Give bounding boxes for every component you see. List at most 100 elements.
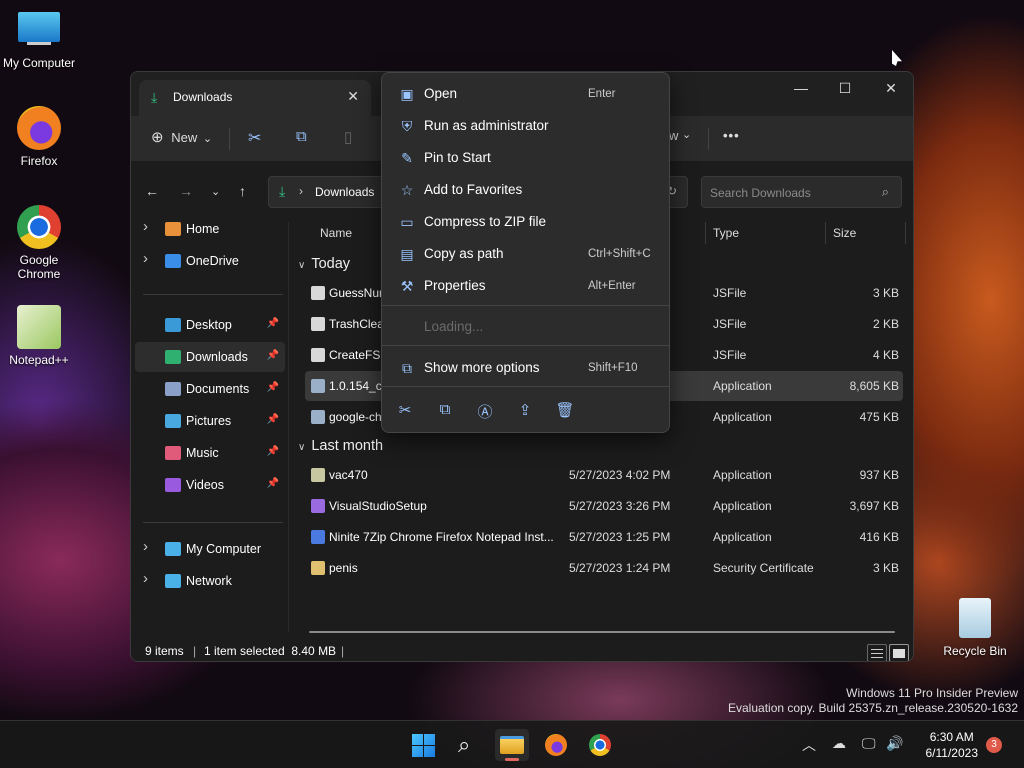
file-type: Application — [713, 410, 772, 424]
sidebar-divider — [143, 522, 283, 523]
tiles-view-icon[interactable] — [889, 644, 909, 661]
paste-icon[interactable]: ▯ — [344, 128, 352, 146]
folder-icon — [500, 736, 524, 754]
chevron-right-icon[interactable]: › — [143, 250, 148, 267]
up-arrow-icon[interactable]: ↑ — [239, 183, 246, 199]
sidebar-item-onedrive[interactable]: › OneDrive — [135, 246, 285, 276]
sidebar-item-network[interactable]: › Network — [135, 566, 285, 596]
notification-badge[interactable]: 3 — [986, 737, 1002, 753]
search-input[interactable]: Search Downloads ⌕ — [701, 176, 902, 208]
onedrive-offline-icon[interactable]: ☁ — [832, 735, 846, 752]
pin-icon: 📌 — [266, 318, 279, 329]
tab-downloads[interactable]: ⤓ Downloads ✕ — [139, 80, 371, 116]
show-hidden-icons-chevron-icon[interactable]: ︿ — [802, 735, 816, 755]
column-header-size[interactable]: Size — [833, 226, 856, 240]
desktop-icon-notepadpp[interactable]: Notepad++ — [1, 305, 77, 367]
column-header-type[interactable]: Type — [713, 226, 739, 240]
volume-icon[interactable]: 🔊 — [886, 735, 903, 752]
sidebar-item-pictures[interactable]: Pictures 📌 — [135, 406, 285, 436]
file-name: vac470 — [329, 468, 368, 482]
monitor-icon — [18, 12, 60, 42]
sidebar-item-label: Pictures — [186, 414, 232, 428]
column-header-name[interactable]: Name — [320, 226, 352, 240]
context-menu-item-loading: Loading... — [386, 312, 666, 342]
cut-icon[interactable]: ✂ — [394, 401, 416, 419]
start-button[interactable] — [407, 729, 441, 761]
search-icon: ⌕ — [458, 732, 471, 757]
chevron-right-icon[interactable]: › — [143, 218, 148, 235]
tab-close-icon[interactable]: ✕ — [347, 88, 359, 105]
taskbar-file-explorer[interactable] — [495, 729, 529, 761]
search-button[interactable]: ⌕ — [451, 729, 485, 761]
sidebar-item-videos[interactable]: Videos 📌 — [135, 470, 285, 500]
chevron-right-icon[interactable]: › — [143, 570, 148, 587]
copy-icon[interactable]: ⧉ — [296, 128, 307, 145]
sidebar-item-label: Music — [186, 446, 219, 460]
breadcrumb[interactable]: Downloads — [315, 185, 374, 199]
view-button-partial[interactable]: w — [669, 128, 678, 143]
evaluation-watermark: Windows 11 Pro Insider Preview Evaluatio… — [728, 686, 1018, 716]
forward-arrow-icon[interactable]: → — [179, 183, 193, 199]
delete-icon[interactable]: 🗑 — [554, 401, 576, 419]
file-name: 1.0.154_ch — [329, 379, 389, 393]
back-arrow-icon[interactable]: ← — [145, 183, 159, 199]
more-options-button[interactable]: ••• — [723, 128, 740, 143]
file-row[interactable]: Ninite 7Zip Chrome Firefox Notepad Inst.… — [305, 522, 903, 552]
menu-divider — [382, 345, 669, 346]
menu-divider — [382, 305, 669, 306]
sidebar-item-label: Documents — [186, 382, 250, 396]
cut-icon[interactable]: ✂ — [248, 128, 261, 148]
group-header-last-month[interactable]: ∨ Last month — [298, 438, 383, 454]
rename-icon[interactable]: Ⓐ — [474, 401, 496, 422]
recent-chevron-icon[interactable]: ⌄ — [211, 185, 220, 198]
sidebar-item-home[interactable]: › Home — [135, 214, 285, 244]
taskbar-firefox[interactable] — [539, 729, 573, 761]
plus-circle-icon: ⊕ — [151, 129, 164, 146]
taskbar-chrome[interactable] — [583, 729, 617, 761]
clock[interactable]: 6:30 AM 6/11/2023 — [926, 729, 979, 761]
maximize-button[interactable]: ☐ — [823, 80, 867, 97]
file-date: 5/27/2023 3:26 PM — [569, 499, 671, 513]
details-view-icon[interactable] — [867, 644, 887, 661]
horizontal-scrollbar[interactable] — [309, 631, 895, 633]
sidebar-item-downloads[interactable]: Downloads 📌 — [135, 342, 285, 372]
copy-icon[interactable]: ⧉ — [434, 401, 456, 418]
file-icon — [311, 410, 325, 424]
sidebar-divider — [143, 294, 283, 295]
group-header-today[interactable]: ∨ Today — [298, 256, 350, 272]
context-menu-item-pin-to-start[interactable]: ✎ Pin to Start — [386, 143, 666, 173]
sidebar-item-music[interactable]: Music 📌 — [135, 438, 285, 468]
context-menu-item-show-more-options[interactable]: ⧉ Show more options Shift+F10 — [386, 353, 666, 383]
share-icon[interactable]: ⇪ — [514, 401, 536, 419]
desktop-icon-my-computer[interactable]: My Computer — [1, 10, 77, 70]
pin-icon: 📌 — [266, 414, 279, 425]
chrome-icon — [589, 734, 611, 756]
close-button[interactable]: ✕ — [869, 80, 913, 97]
context-menu-item-properties[interactable]: ⚒ Properties Alt+Enter — [386, 271, 666, 301]
file-size: 8,605 KB — [849, 379, 899, 393]
context-menu-item-open[interactable]: ▣ Open Enter — [386, 79, 666, 109]
minimize-button[interactable]: — — [779, 80, 823, 96]
desktop-icon-firefox[interactable]: Firefox — [1, 106, 77, 168]
file-row[interactable]: VisualStudioSetup 5/27/2023 3:26 PM Applic… — [305, 491, 903, 521]
sidebar-item-documents[interactable]: Documents 📌 — [135, 374, 285, 404]
sidebar-item-desktop[interactable]: Desktop 📌 — [135, 310, 285, 340]
file-row[interactable]: vac470 5/27/2023 4:02 PM Application 937 KB — [305, 460, 903, 490]
pin-icon: 📌 — [266, 478, 279, 489]
desktop-icon-chrome[interactable]: Google Chrome — [1, 205, 77, 281]
desktop-icon-recycle-bin[interactable]: Recycle Bin — [937, 598, 1013, 658]
context-menu-item-compress-to-zip-file[interactable]: ▭ Compress to ZIP file — [386, 207, 666, 237]
file-type: JSFile — [713, 348, 747, 362]
new-button[interactable]: ⊕ New ⌄ — [151, 128, 212, 146]
context-menu-item-run-as-administrator[interactable]: ⛨ Run as administrator — [386, 111, 666, 141]
menu-item-label: Show more options — [424, 360, 540, 375]
sidebar-item-my-computer[interactable]: › My Computer — [135, 534, 285, 564]
chevron-right-icon[interactable]: › — [143, 538, 148, 555]
context-menu-item-add-to-favorites[interactable]: ☆ Add to Favorites — [386, 175, 666, 205]
taskbar: ⌕ ︿ ☁ 🖵 🔊 6:30 AM 6/11/2023 3 — [0, 720, 1024, 768]
file-row[interactable]: penis 5/27/2023 1:24 PM Security Certifica… — [305, 553, 903, 583]
context-menu-item-copy-as-path[interactable]: ▤ Copy as path Ctrl+Shift+C — [386, 239, 666, 269]
menu-item-shortcut: Ctrl+Shift+C — [588, 248, 651, 260]
menu-item-shortcut: Shift+F10 — [588, 362, 638, 374]
network-display-icon[interactable]: 🖵 — [862, 735, 876, 752]
